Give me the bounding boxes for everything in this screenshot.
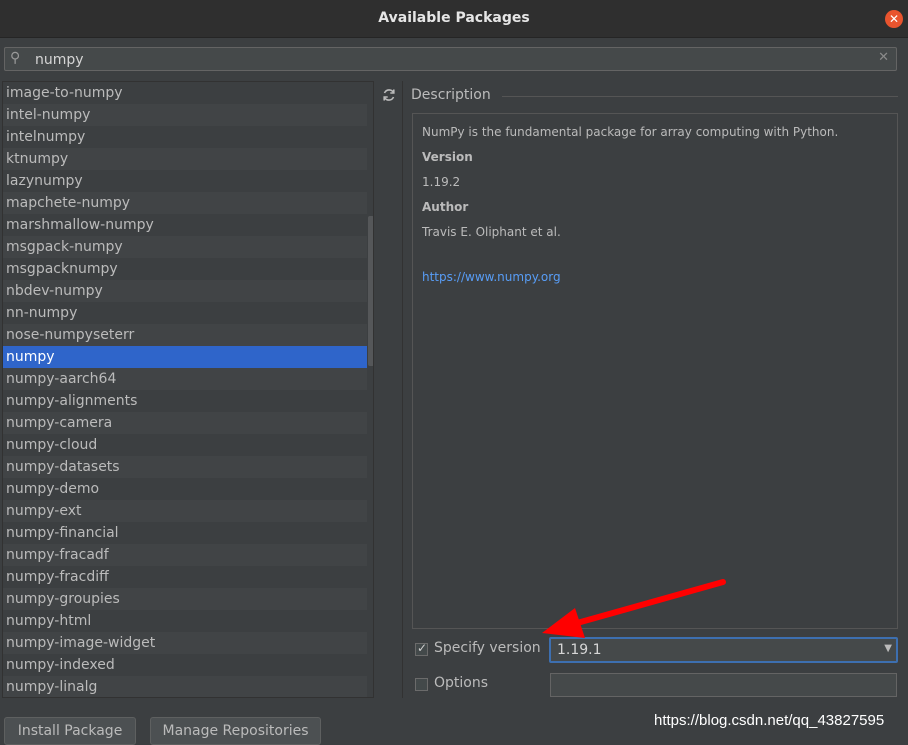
- checkmark-icon: ✓: [417, 641, 428, 655]
- scrollbar-track[interactable]: [367, 82, 373, 697]
- list-item[interactable]: intelnumpy: [3, 126, 367, 148]
- search-box[interactable]: ⚲ ✕: [4, 47, 897, 71]
- specify-version-label: Specify version: [434, 640, 541, 656]
- clear-icon[interactable]: ✕: [878, 50, 889, 65]
- refresh-icon[interactable]: [380, 86, 398, 104]
- watermark: https://blog.csdn.net/qq_43827595: [654, 712, 885, 729]
- list-item[interactable]: numpy-financial: [3, 522, 367, 544]
- list-item[interactable]: msgpacknumpy: [3, 258, 367, 280]
- annotation-arrow: [542, 579, 726, 638]
- list-item[interactable]: intel-numpy: [3, 104, 367, 126]
- list-item[interactable]: lazynumpy: [3, 170, 367, 192]
- list-item[interactable]: numpy-html: [3, 610, 367, 632]
- list-item[interactable]: numpy-demo: [3, 478, 367, 500]
- options-checkbox[interactable]: [415, 678, 428, 691]
- list-item[interactable]: ktnumpy: [3, 148, 367, 170]
- author-value: Travis E. Oliphant et al.: [422, 225, 561, 239]
- list-item[interactable]: nbdev-numpy: [3, 280, 367, 302]
- list-item[interactable]: image-to-numpy: [3, 82, 367, 104]
- title-bar: Available Packages ✕: [0, 0, 908, 38]
- list-item[interactable]: numpy: [3, 346, 367, 368]
- list-item[interactable]: numpy-groupies: [3, 588, 367, 610]
- options-input[interactable]: [550, 673, 897, 697]
- list-item[interactable]: nn-numpy: [3, 302, 367, 324]
- list-item[interactable]: marshmallow-numpy: [3, 214, 367, 236]
- close-button[interactable]: ✕: [885, 10, 903, 28]
- window-title: Available Packages: [378, 10, 530, 26]
- list-item[interactable]: numpy-indexed: [3, 654, 367, 676]
- list-item[interactable]: msgpack-numpy: [3, 236, 367, 258]
- list-item[interactable]: numpy-fracdiff: [3, 566, 367, 588]
- author-label: Author: [422, 200, 469, 214]
- list-item[interactable]: numpy-datasets: [3, 456, 367, 478]
- list-item[interactable]: numpy-ext: [3, 500, 367, 522]
- list-toolbar: [376, 81, 403, 698]
- version-dropdown[interactable]: 1.19.1 ▼: [549, 637, 898, 663]
- homepage-link[interactable]: https://www.numpy.org: [422, 270, 561, 284]
- specify-version-checkbox[interactable]: ✓: [415, 641, 428, 656]
- version-label: Version: [422, 150, 473, 164]
- version-value: 1.19.2: [422, 175, 461, 189]
- list-item[interactable]: numpy-alignments: [3, 390, 367, 412]
- version-dropdown-value: 1.19.1: [557, 642, 602, 658]
- search-input[interactable]: [33, 50, 867, 70]
- description-panel: NumPy is the fundamental package for arr…: [412, 113, 898, 629]
- list-item[interactable]: numpy-linalg: [3, 676, 367, 697]
- list-item[interactable]: nose-numpyseterr: [3, 324, 367, 346]
- close-icon: ✕: [888, 12, 900, 26]
- list-item[interactable]: numpy-fracadf: [3, 544, 367, 566]
- search-icon: ⚲: [10, 50, 21, 66]
- list-item[interactable]: numpy-aarch64: [3, 368, 367, 390]
- list-item[interactable]: numpy-cloud: [3, 434, 367, 456]
- chevron-down-icon: ▼: [884, 643, 892, 654]
- list-item[interactable]: numpy-image-widget: [3, 632, 367, 654]
- description-divider: [502, 96, 898, 97]
- description-header: Description: [411, 87, 491, 103]
- list-item[interactable]: numpy-camera: [3, 412, 367, 434]
- description-summary: NumPy is the fundamental package for arr…: [422, 125, 839, 139]
- options-label: Options: [434, 675, 489, 691]
- list-item[interactable]: mapchete-numpy: [3, 192, 367, 214]
- scrollbar-thumb[interactable]: [368, 216, 373, 366]
- package-list[interactable]: numpy-linalg numpy-indexed numpy-image-wid…: [2, 81, 374, 698]
